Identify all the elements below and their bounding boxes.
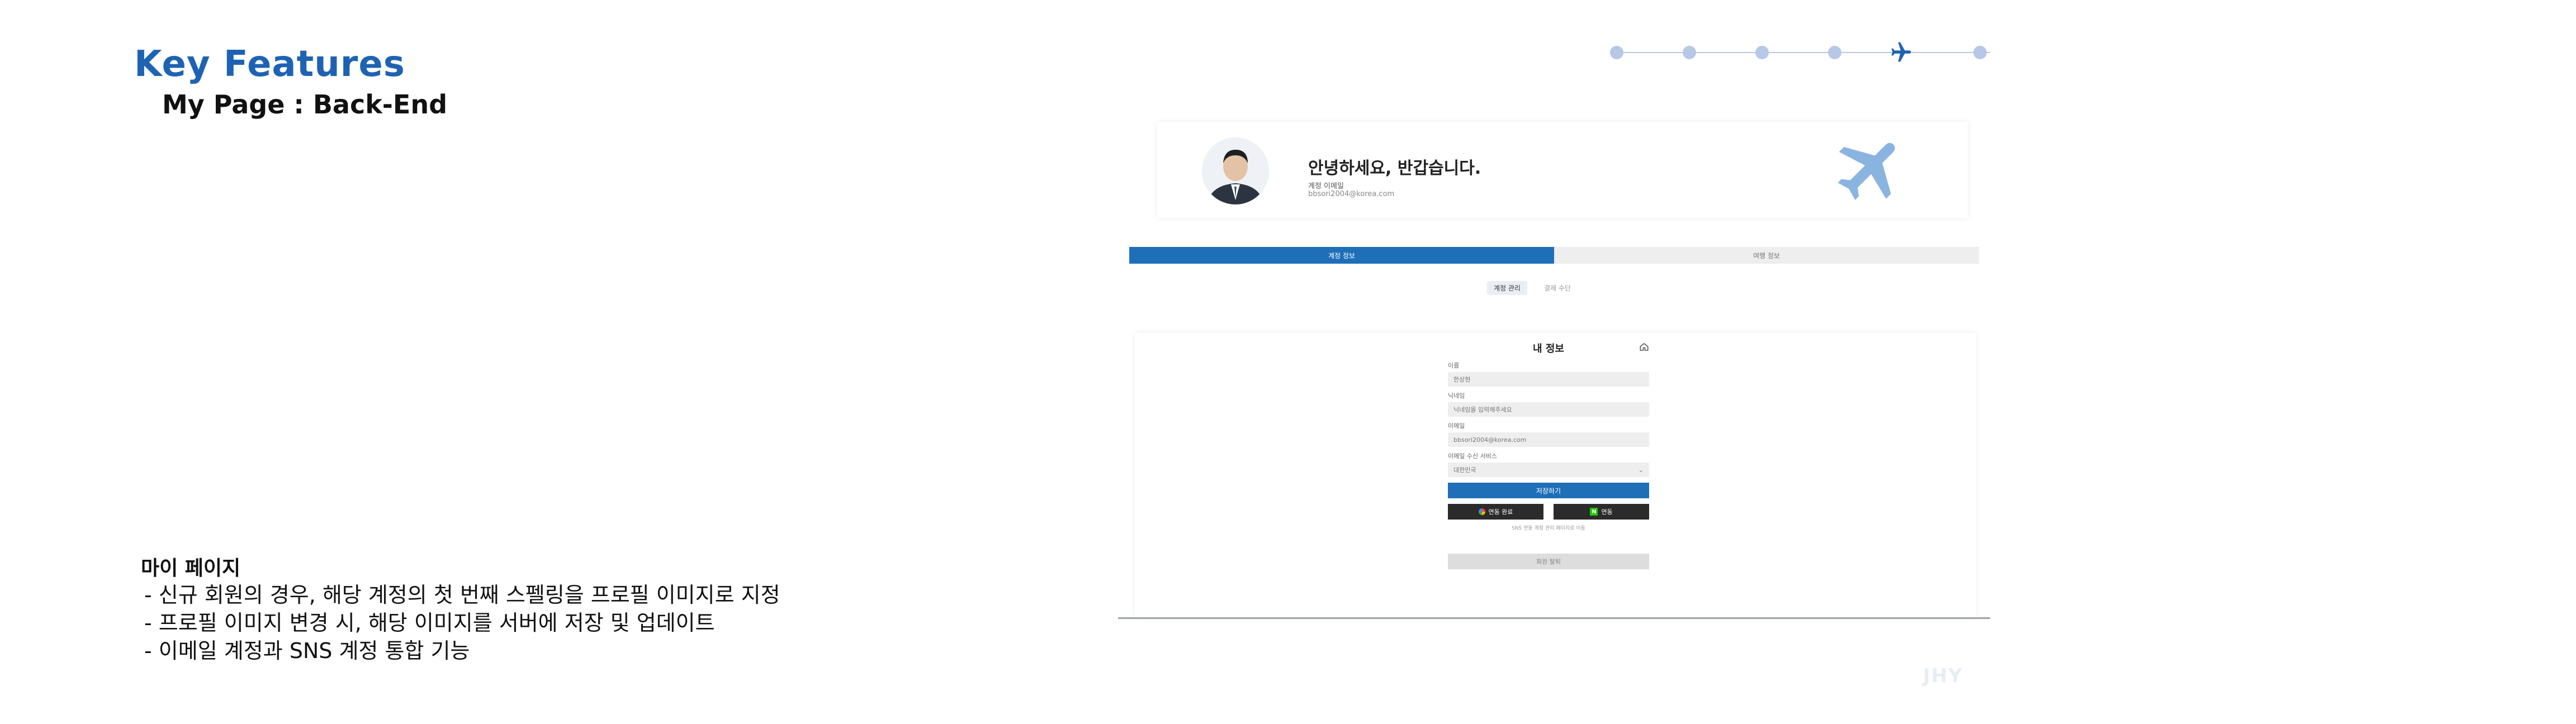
mypage-screenshot: 안녕하세요, 반갑습니다. 계정 이메일 bbsori2004@korea.co… — [1118, 112, 1990, 620]
save-button[interactable]: 저장하기 — [1448, 483, 1649, 498]
name-field[interactable]: 한상현 — [1448, 372, 1649, 387]
naver-link-button[interactable]: N 연동 — [1554, 504, 1649, 520]
google-icon — [1478, 508, 1485, 515]
progress-dot — [1610, 46, 1623, 59]
email-receive-label: 이메일 수신 서비스 — [1448, 453, 1497, 460]
account-email: bbsori2004@korea.com — [1308, 190, 1395, 198]
page-subtitle: My Page : Back-End — [162, 89, 447, 120]
divider — [1118, 617, 1990, 619]
social-link-row: 연동 완료 N 연동 — [1448, 504, 1649, 520]
naver-link-label: 연동 — [1601, 508, 1613, 516]
chevron-down-icon: ⌄ — [1638, 466, 1644, 474]
name-label: 이름 — [1448, 362, 1460, 369]
feature-list: - 신규 회원의 경우, 해당 계정의 첫 번째 스펠링을 프로필 이미지로 지… — [144, 581, 780, 665]
tab-bar: 계정 정보 여행 정보 — [1129, 247, 1979, 264]
nickname-label: 닉네임 — [1448, 392, 1465, 399]
tab-account-info[interactable]: 계정 정보 — [1129, 247, 1554, 264]
naver-icon: N — [1590, 508, 1598, 516]
account-email-label: 계정 이메일 — [1308, 182, 1344, 190]
tab-travel-info[interactable]: 여행 정보 — [1554, 247, 1979, 264]
my-info-card: 내 정보 이름 한상현 닉네임 닉네임을 입력해주세요 이메일 bbsori20… — [1135, 333, 1976, 618]
avatar — [1202, 137, 1269, 204]
nickname-field[interactable]: 닉네임을 입력해주세요 — [1448, 402, 1649, 417]
airplane-icon — [1891, 42, 1911, 62]
email-field[interactable]: bbsori2004@korea.com — [1448, 432, 1649, 447]
airplane-icon — [1838, 142, 1895, 201]
profile-card: 안녕하세요, 반갑습니다. 계정 이메일 bbsori2004@korea.co… — [1157, 122, 1968, 218]
delete-account-button[interactable]: 회원 탈퇴 — [1448, 554, 1649, 569]
progress-line — [1610, 52, 1990, 53]
form-title: 내 정보 — [1533, 343, 1564, 355]
sns-note: SNS 연동 계정 관리 페이지로 이동 — [1512, 526, 1585, 531]
subtab-bar: 계정 관리 결제 수단 — [1487, 279, 1578, 296]
subtab-payment-method[interactable]: 결제 수단 — [1537, 281, 1578, 295]
profile-photo — [1202, 137, 1269, 204]
feature-item: - 이메일 계정과 SNS 계정 통합 기능 — [144, 639, 470, 663]
home-icon[interactable] — [1639, 342, 1649, 352]
subtab-account-management[interactable]: 계정 관리 — [1487, 280, 1527, 295]
greeting-text: 안녕하세요, 반갑습니다. — [1308, 159, 1481, 178]
progress-dot — [1683, 46, 1696, 59]
progress-dot — [1973, 46, 1987, 59]
google-link-label: 연동 완료 — [1488, 508, 1513, 516]
page-title: Key Features — [134, 44, 405, 85]
my-info-form: 내 정보 이름 한상현 닉네임 닉네임을 입력해주세요 이메일 bbsori20… — [1448, 341, 1649, 569]
form-title-row: 내 정보 — [1448, 341, 1649, 355]
section-title: 마이 페이지 — [141, 557, 241, 580]
progress-indicator — [1610, 36, 1990, 69]
google-link-button[interactable]: 연동 완료 — [1448, 504, 1543, 520]
watermark: JHY — [1923, 665, 1963, 687]
progress-dot — [1828, 46, 1841, 59]
feature-item: - 신규 회원의 경우, 해당 계정의 첫 번째 스펠링을 프로필 이미지로 지… — [144, 583, 780, 607]
progress-dot — [1755, 46, 1769, 59]
email-receive-select[interactable]: 대한민국 ⌄ — [1448, 463, 1649, 477]
feature-item: - 프로필 이미지 변경 시, 해당 이미지를 서버에 저장 및 업데이트 — [144, 611, 715, 635]
email-label: 이메일 — [1448, 422, 1465, 430]
email-receive-value: 대한민국 — [1453, 466, 1476, 474]
